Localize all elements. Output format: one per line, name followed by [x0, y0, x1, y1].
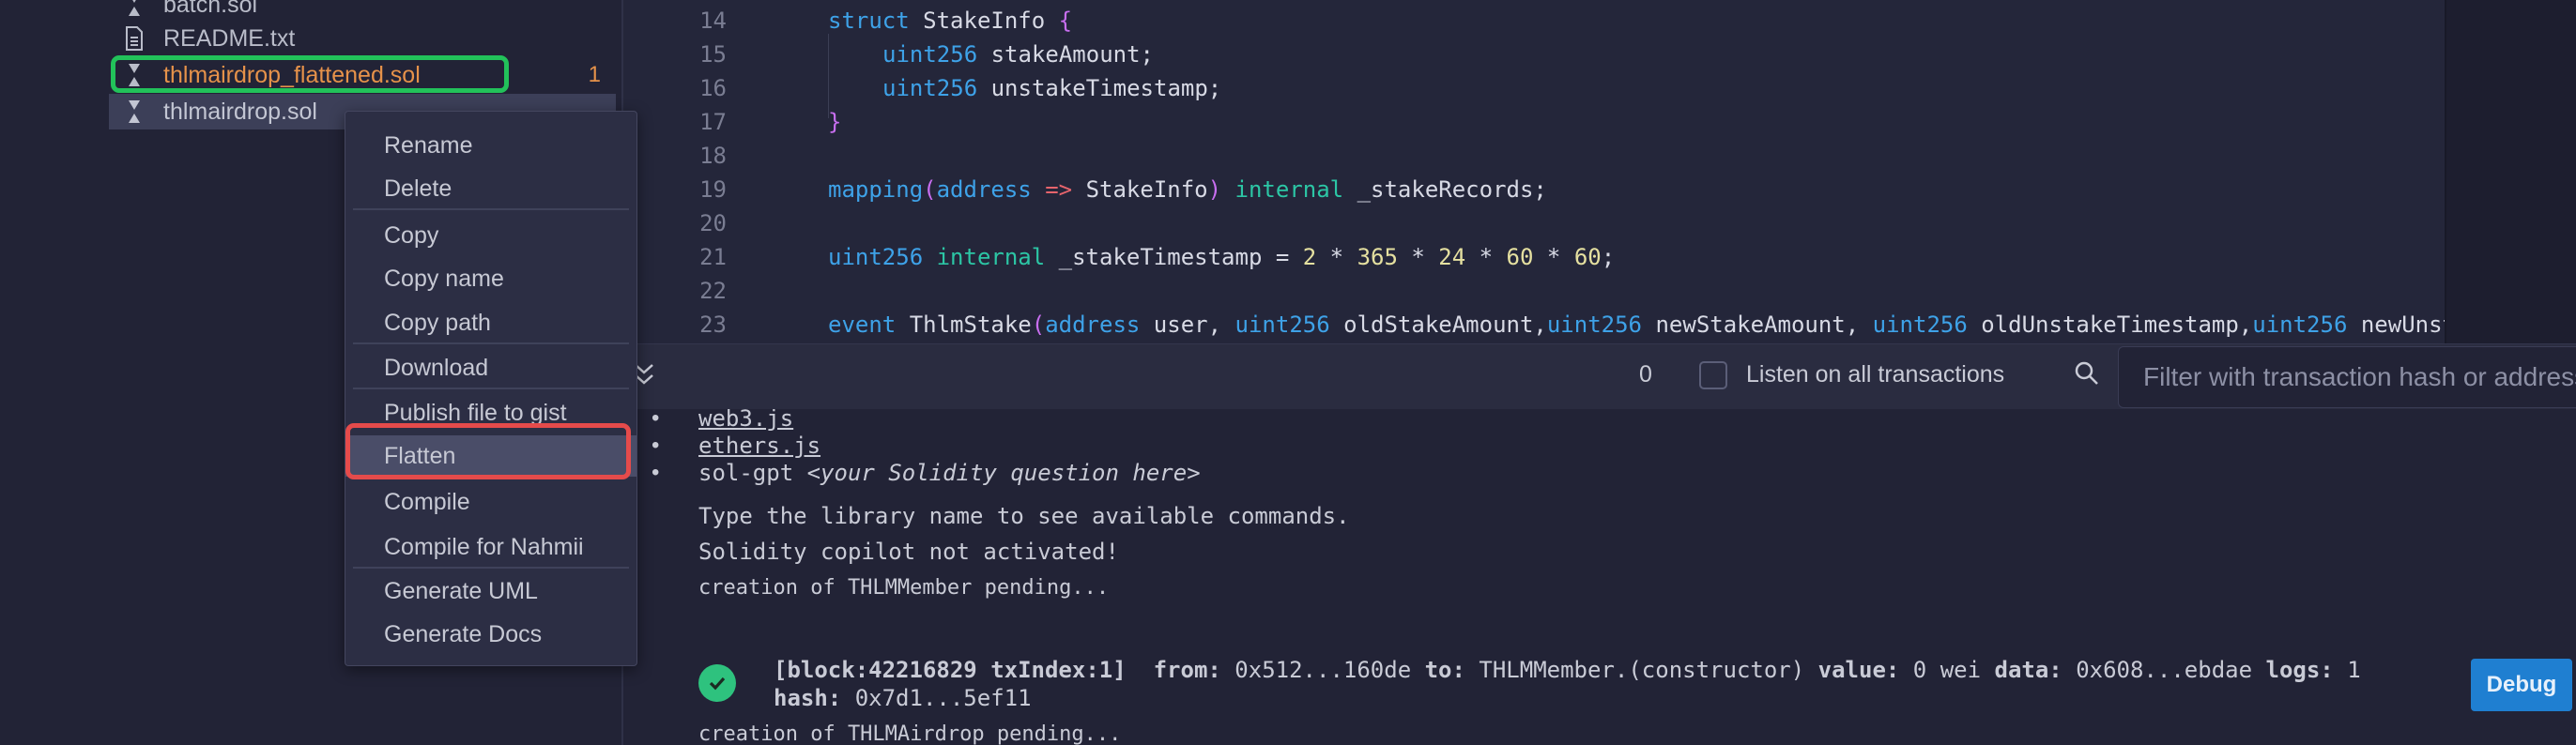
code-line: 17 }	[699, 109, 842, 135]
file-item-batch[interactable]: batch.sol	[109, 0, 616, 23]
menu-divider	[353, 342, 629, 344]
menu-divider	[353, 388, 629, 389]
solidity-file-icon	[122, 98, 146, 126]
code-line: 21 uint256 internal _stakeTimestamp = 2 …	[699, 244, 1616, 270]
menu-item-publish-gist[interactable]: Publish file to gist	[345, 392, 636, 433]
menu-item-flatten[interactable]: Flatten	[345, 435, 636, 477]
code-line: 20	[699, 210, 727, 236]
menu-item-copy[interactable]: Copy	[345, 215, 636, 256]
listen-all-transactions-label: Listen on all transactions	[1746, 361, 2005, 388]
code-line: 18	[699, 143, 727, 169]
pending-transaction-count: 0	[1639, 361, 1652, 388]
success-check-icon	[698, 664, 736, 702]
file-item-readme[interactable]: README.txt	[109, 21, 616, 56]
problem-count-badge: 1	[588, 62, 601, 87]
terminal-output: • web3.js • ethers.js • sol-gpt <your So…	[623, 409, 2576, 745]
search-icon[interactable]	[2073, 359, 2107, 393]
menu-item-rename[interactable]: Rename	[345, 125, 636, 166]
menu-item-generate-uml[interactable]: Generate UML	[345, 570, 636, 612]
web3-link[interactable]: web3.js	[698, 409, 793, 432]
code-line: 19 mapping(address => StakeInfo) interna…	[699, 176, 1547, 203]
menu-item-delete[interactable]: Delete	[345, 168, 636, 209]
debug-button[interactable]: Debug	[2471, 659, 2572, 711]
menu-item-copy-name[interactable]: Copy name	[345, 258, 636, 299]
solidity-file-icon	[122, 0, 146, 19]
code-line: 23 event ThlmStake(address user, uint256…	[699, 312, 2445, 338]
ethers-link[interactable]: ethers.js	[698, 433, 820, 459]
transaction-hash: hash: 0x7d1...5ef11	[774, 685, 1032, 711]
file-context-menu: Rename Delete Copy Copy name Copy path D…	[345, 111, 637, 666]
menu-item-compile-nahmii[interactable]: Compile for Nahmii	[345, 526, 636, 568]
listen-all-transactions-checkbox[interactable]	[1699, 361, 1727, 389]
file-item-thlmairdrop-flattened[interactable]: thlmairdrop_flattened.sol 1	[109, 57, 616, 93]
pending-message: creation of THLMAirdrop pending...	[698, 722, 1122, 745]
menu-item-copy-path[interactable]: Copy path	[345, 302, 636, 343]
code-editor[interactable]: 14 struct StakeInfo { 15 uint256 stakeAm…	[623, 0, 2445, 343]
code-line: 14 struct StakeInfo {	[699, 8, 1073, 34]
help-text: Type the library name to see available c…	[698, 503, 1350, 529]
solidity-file-icon	[122, 61, 146, 89]
copilot-status: Solidity copilot not activated!	[698, 539, 1119, 565]
code-line: 22	[699, 278, 727, 304]
text-file-icon	[122, 24, 146, 53]
sol-gpt-command: sol-gpt <your Solidity question here>	[698, 460, 1201, 486]
transaction-summary[interactable]: [block:42216829 txIndex:1] from: 0x512..…	[774, 657, 2361, 683]
code-line: 16 uint256 unstakeTimestamp;	[699, 75, 1222, 101]
editor-minimap[interactable]	[2445, 0, 2576, 343]
terminal-toolbar: 0 Listen on all transactions Filter with…	[623, 343, 2576, 410]
transaction-filter-input[interactable]: Filter with transaction hash or address	[2118, 346, 2576, 408]
menu-item-download[interactable]: Download	[345, 347, 636, 388]
menu-item-generate-docs[interactable]: Generate Docs	[345, 614, 636, 655]
menu-divider	[353, 567, 629, 569]
menu-item-compile[interactable]: Compile	[345, 481, 636, 523]
pending-message: creation of THLMMember pending...	[698, 576, 1110, 600]
code-line: 15 uint256 stakeAmount;	[699, 41, 1154, 68]
activity-bar	[0, 0, 91, 745]
menu-divider	[353, 208, 629, 210]
